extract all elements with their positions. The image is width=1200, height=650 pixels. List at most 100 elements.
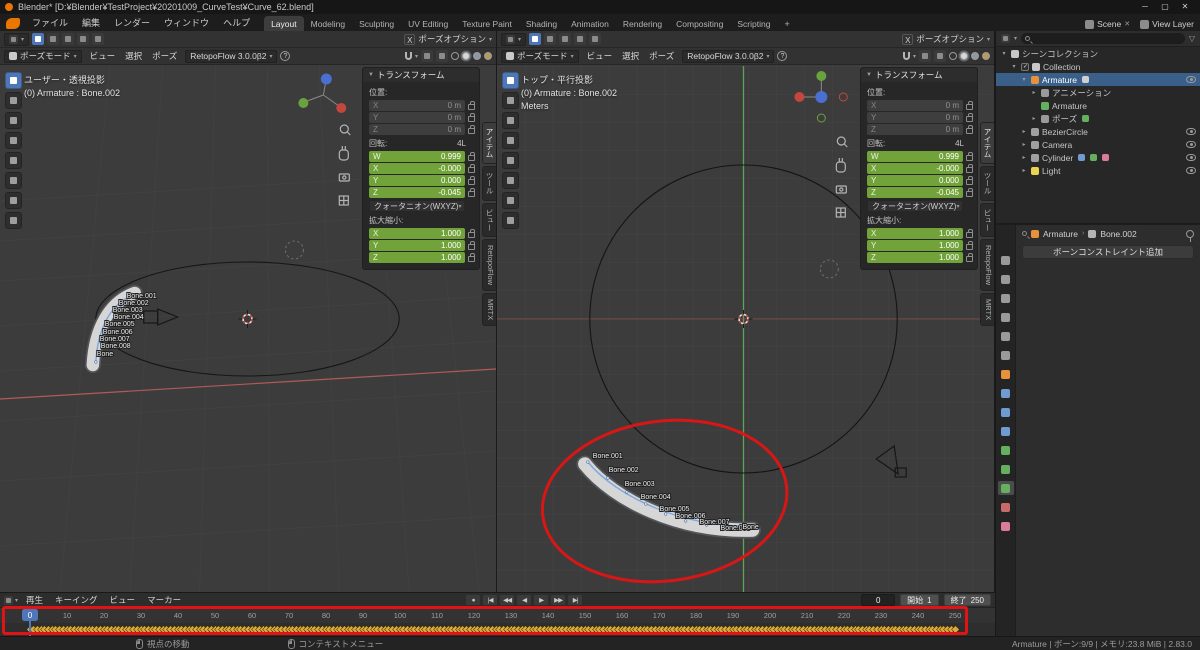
lock-icon[interactable] [966,113,973,122]
navigation-gizmo[interactable] [298,73,347,114]
transform-field-w[interactable]: W 0.999 [369,151,465,162]
rotation-lock-badge[interactable]: 4L [955,139,964,148]
lock-icon[interactable] [966,176,973,185]
minimize-button[interactable]: ─ [1135,0,1155,14]
retopoflow-dropdown[interactable]: RetopoFlow 3.0.0β2 ▾ [682,49,775,63]
outliner-search-input[interactable] [1021,33,1185,44]
workspace-tab-sculpting[interactable]: Sculpting [352,16,401,31]
lock-icon[interactable] [966,241,973,250]
active-tool-icon[interactable] [529,33,542,45]
properties-tab-texture[interactable] [998,519,1014,533]
properties-tab-output[interactable] [998,291,1014,305]
outliner-row-1[interactable]: ▾ Collection [996,60,1200,73]
expand-toggle[interactable]: ▸ [1020,154,1028,161]
lock-icon[interactable] [468,152,475,161]
sidebar-tab-0[interactable]: アイテム [980,122,994,164]
viewport-menu-2[interactable]: ポーズ [644,50,679,62]
lock-icon[interactable] [468,164,475,173]
transform-field-y[interactable]: Y 0 m [369,112,465,123]
lock-icon[interactable] [468,241,475,250]
snap-magnet-icon[interactable] [404,52,412,60]
outliner-row-4[interactable]: Armature [996,99,1200,112]
workspace-tab-uv-editing[interactable]: UV Editing [401,16,455,31]
visibility-eye-icon[interactable] [1186,128,1196,135]
menu-item-4[interactable]: ヘルプ [216,14,257,31]
timeline-editor-icon[interactable] [4,595,13,605]
transform-field-x[interactable]: X -0.000 [369,163,465,174]
pan-hand-icon[interactable] [338,146,349,161]
help-icon[interactable]: ? [280,51,291,61]
viewport-menu-1[interactable]: 選択 [617,50,644,62]
expand-toggle[interactable]: ▸ [1030,89,1038,96]
rotation-mode-dropdown[interactable]: クォータニオン(WXYZ) ▾ [369,200,465,212]
mode-dropdown[interactable]: ポーズモード ▾ [4,49,82,63]
pose-options-dropdown[interactable]: ポーズオプション [916,33,984,45]
properties-tab-render[interactable] [998,272,1014,286]
transform-field-y[interactable]: Y 1.000 [867,240,963,251]
sidebar-tab-2[interactable]: ビュー [980,202,994,237]
outliner-row-6[interactable]: ▸ BezierCircle [996,125,1200,138]
expand-toggle[interactable]: ▾ [1000,50,1008,57]
view-layer-selector[interactable]: View Layer [1140,19,1194,29]
sidebar-tab-4[interactable]: MRTX [482,293,496,327]
empty-circle-object[interactable] [284,240,304,260]
sidebar-tab-3[interactable]: RetopoFlow [482,239,496,292]
outliner-row-3[interactable]: ▸ アニメーション [996,86,1200,99]
menu-item-1[interactable]: 編集 [75,14,107,31]
properties-tab-bone[interactable] [998,462,1014,476]
tool-option-icon-3[interactable] [77,33,90,45]
expand-toggle[interactable]: ▸ [1020,128,1028,135]
viewport-canvas[interactable]: Bone.001 Bone.002 Bone.003 Bone.004 Bone… [497,66,994,592]
lock-icon[interactable] [966,164,973,173]
outliner-row-9[interactable]: ▸ Light [996,164,1200,177]
close-button[interactable]: ✕ [1175,0,1195,14]
expand-toggle[interactable]: ▸ [1030,115,1038,122]
tweak-select-tool[interactable] [5,72,22,89]
properties-tab-view-layer[interactable] [998,310,1014,324]
rotation-lock-badge[interactable]: 4L [457,139,466,148]
sidebar-tab-1[interactable]: ツール [482,166,496,201]
shading-solid-icon[interactable] [960,52,968,60]
properties-tab-object-constraints[interactable] [998,424,1014,438]
outliner-row-0[interactable]: ▾ シーンコレクション [996,47,1200,60]
transform-tool[interactable] [5,172,22,189]
viewport-menu-2[interactable]: ポーズ [147,50,182,62]
next-keyframe-button[interactable]: ▶▶ [550,594,567,606]
sidebar-tab-4[interactable]: MRTX [980,293,994,327]
lock-icon[interactable] [468,125,475,134]
tool-option-icon-3[interactable] [574,33,587,45]
sidebar-tab-2[interactable]: ビュー [482,202,496,237]
transform-field-x[interactable]: X 0 m [369,100,465,111]
properties-tab-scene[interactable] [998,329,1014,343]
overlays-icon[interactable] [934,50,946,62]
outliner-row-5[interactable]: ▸ ポーズ [996,112,1200,125]
sidebar-tab-3[interactable]: RetopoFlow [980,239,994,292]
properties-tab-physics[interactable] [998,405,1014,419]
transform-field-y[interactable]: Y 0 m [867,112,963,123]
viewport-menu-0[interactable]: ビュー [85,50,121,62]
jump-to-start-button[interactable]: |◀ [482,594,499,606]
workspace-tab-rendering[interactable]: Rendering [616,16,669,31]
scale-tool[interactable] [502,152,519,169]
snap-magnet-icon[interactable] [902,52,910,60]
lock-icon[interactable] [966,152,973,161]
lock-icon[interactable] [966,253,973,262]
timeline-menu-3[interactable]: マーカー [141,594,187,606]
proportional-edit-icon[interactable] [421,50,433,62]
editor-type-button[interactable]: ▾ [501,32,527,46]
playhead-line[interactable] [29,620,31,636]
properties-tab-tool[interactable] [998,253,1014,267]
tool-option-icon-4[interactable] [92,33,105,45]
sidebar-tab-0[interactable]: アイテム [482,122,496,164]
current-frame-field[interactable]: 0 [861,594,896,606]
scene-selector[interactable]: Scene ✕ [1085,19,1130,29]
pin-icon[interactable] [1186,229,1194,242]
jump-to-end-button[interactable]: ▶| [567,594,584,606]
workspace-tab-modeling[interactable]: Modeling [304,16,353,31]
viewport-canvas[interactable]: Bone.001 Bone.002 Bone.003 Bone.004 Bone… [0,66,496,592]
shading-material-icon[interactable] [971,52,979,60]
transform-field-x[interactable]: X 1.000 [369,228,465,239]
auto-keying-toggle[interactable]: ● [465,594,482,606]
filter-icon[interactable]: ▽ [1189,34,1195,43]
start-frame-field[interactable]: 開始 1 [900,594,939,606]
